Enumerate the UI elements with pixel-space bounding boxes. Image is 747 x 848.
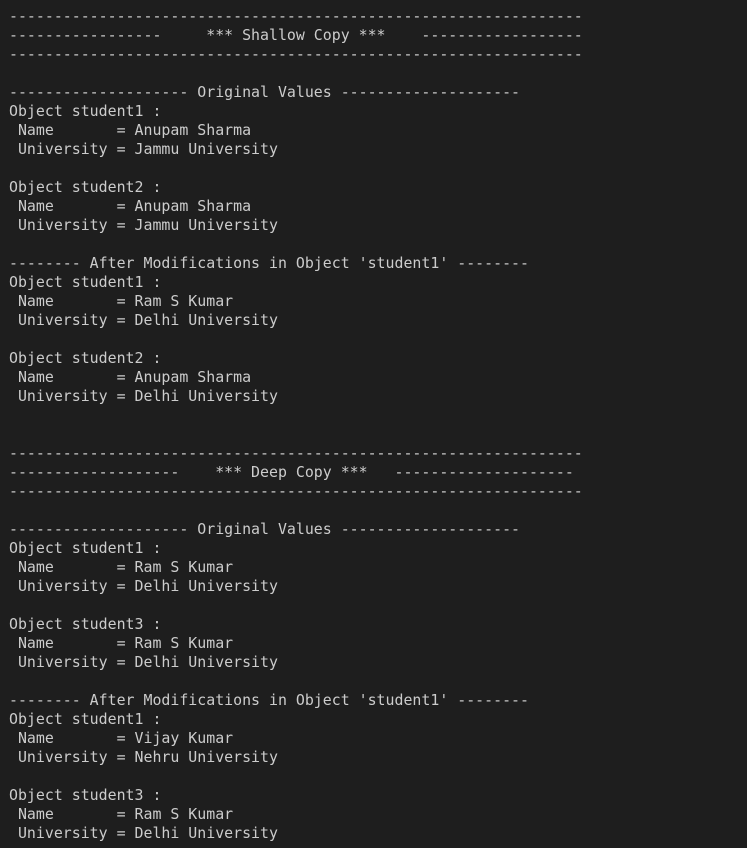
terminal-line: Object student1 : — [9, 273, 162, 291]
terminal-line: ----------------------------------------… — [9, 444, 583, 462]
terminal-line: Name = Ram S Kumar — [9, 634, 234, 652]
terminal-line: Object student1 : — [9, 539, 162, 557]
terminal-panel[interactable]: ----------------------------------------… — [0, 0, 747, 848]
terminal-line: ------------------- *** Deep Copy *** --… — [9, 463, 574, 481]
terminal-line: -------------------- Original Values ---… — [9, 520, 521, 538]
terminal-line: University = Nehru University — [9, 748, 278, 766]
terminal-line: University = Jammu University — [9, 140, 278, 158]
terminal-line: ----------------------------------------… — [9, 482, 583, 500]
terminal-line: Name = Anupam Sharma — [9, 121, 252, 139]
terminal-line: ----------------------------------------… — [9, 7, 583, 25]
terminal-line: University = Delhi University — [9, 387, 278, 405]
terminal-line: Object student3 : — [9, 786, 162, 804]
terminal-line: University = Delhi University — [9, 653, 278, 671]
terminal-line: Name = Anupam Sharma — [9, 197, 252, 215]
terminal-line: Object student2 : — [9, 349, 162, 367]
terminal-line: Name = Ram S Kumar — [9, 292, 234, 310]
terminal-line: -------- After Modifications in Object '… — [9, 691, 529, 709]
terminal-line: University = Delhi University — [9, 824, 278, 842]
terminal-line: -------- After Modifications in Object '… — [9, 254, 529, 272]
terminal-line: Name = Ram S Kumar — [9, 805, 234, 823]
terminal-line: Name = Ram S Kumar — [9, 558, 234, 576]
terminal-output: ----------------------------------------… — [9, 7, 583, 843]
terminal-line: Object student1 : — [9, 710, 162, 728]
terminal-line: -------------------- Original Values ---… — [9, 83, 521, 101]
terminal-line: Name = Anupam Sharma — [9, 368, 252, 386]
terminal-line: ----------------- *** Shallow Copy *** -… — [9, 26, 583, 44]
terminal-line: University = Delhi University — [9, 577, 278, 595]
terminal-line: Object student3 : — [9, 615, 162, 633]
terminal-line: University = Jammu University — [9, 216, 278, 234]
terminal-line: University = Delhi University — [9, 311, 278, 329]
terminal-line: Object student2 : — [9, 178, 162, 196]
terminal-line: Name = Vijay Kumar — [9, 729, 234, 747]
terminal-line: Object student1 : — [9, 102, 162, 120]
terminal-line: ----------------------------------------… — [9, 45, 583, 63]
